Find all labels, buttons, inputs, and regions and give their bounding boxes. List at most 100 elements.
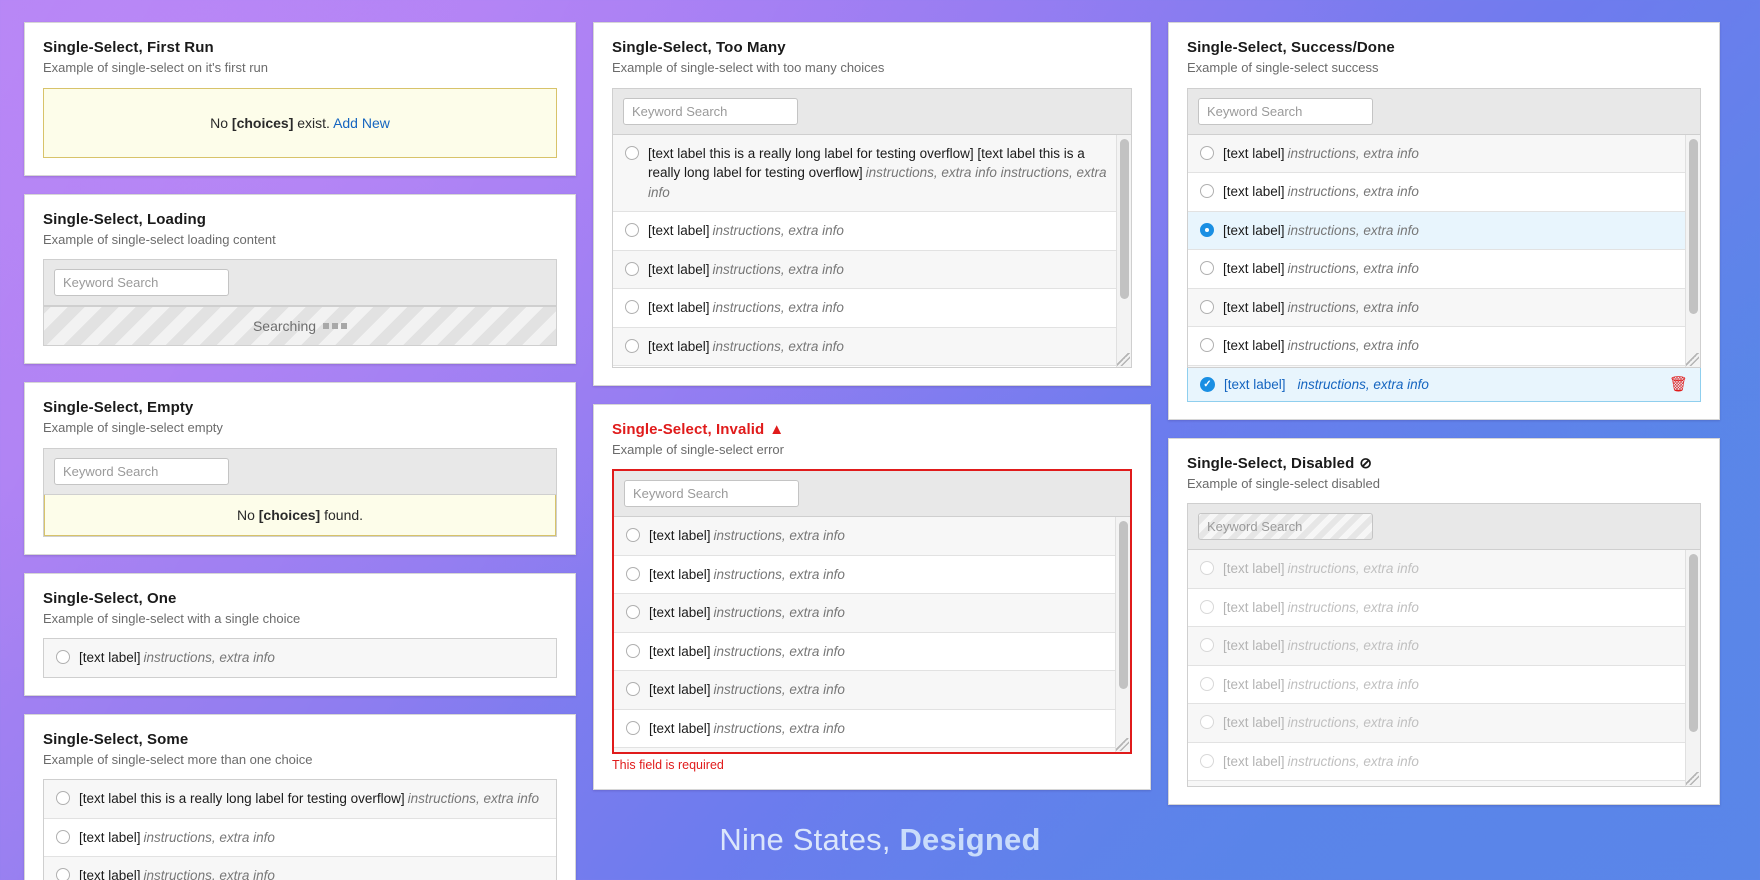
option-row[interactable]: [text label]instructions, extra info	[614, 709, 1130, 749]
radio-unselected-icon[interactable]	[1200, 338, 1214, 353]
radio-unselected-icon[interactable]	[626, 643, 640, 658]
option-text: [text label] instructions, extra info	[1223, 221, 1688, 241]
too-many-widget: Keyword Search [text label this is a rea…	[612, 87, 1132, 368]
trash-icon[interactable]: 🗑	[1669, 377, 1688, 392]
card-single-select-too-many: Single-Select, Too Many Example of singl…	[593, 22, 1151, 386]
option-instructions: instructions, extra info	[712, 223, 844, 239]
card-single-select-success: Single-Select, Success/Done Example of s…	[1168, 22, 1720, 420]
warning-triangle-icon: ▲	[769, 421, 785, 439]
vertical-scrollbar[interactable]	[1116, 134, 1131, 367]
card-title: Single-Select, Empty	[43, 399, 557, 417]
search-input[interactable]: Keyword Search	[623, 97, 798, 125]
option-row[interactable]: [text label]instructions, extra info	[1188, 327, 1700, 366]
resize-handle[interactable]	[1686, 352, 1699, 366]
search-input[interactable]: Keyword Search	[54, 457, 229, 485]
loading-dots-icon	[323, 323, 348, 330]
radio-unselected-icon[interactable]	[1200, 261, 1214, 276]
radio-unselected-icon[interactable]	[625, 223, 639, 238]
option-label: [text label]	[649, 566, 711, 582]
radio-unselected-icon[interactable]	[1200, 184, 1214, 199]
option-row[interactable]: [text label]instructions, extra info	[1188, 173, 1700, 212]
radio-unselected-icon[interactable]	[625, 261, 639, 276]
search-input[interactable]: Keyword Search	[624, 480, 799, 508]
option-row[interactable]: [text label this is a really long label …	[44, 780, 556, 819]
option-row[interactable]: [text label]instructions, extra info	[614, 594, 1130, 633]
card-title-text: Single-Select, Invalid	[612, 420, 765, 438]
card-title-text: Single-Select, One	[43, 589, 177, 607]
vertical-scrollbar[interactable]	[1115, 517, 1130, 753]
success-options-list[interactable]: [text label] instructions, extra info [tex…	[1188, 134, 1700, 367]
invalid-options-list[interactable]: [text label] instructions, extra info [tex…	[614, 517, 1130, 753]
card-title: Single-Select, Invalid ▲	[612, 421, 1132, 439]
option-row[interactable]: [text label this is a really long label …	[613, 134, 1131, 213]
option-label: [text label this is a really long label …	[79, 791, 405, 807]
card-single-select-loading: Single-Select, Loading Example of single…	[24, 193, 576, 365]
search-input[interactable]: Keyword Search	[54, 269, 229, 297]
option-row[interactable]: [text label]instructions, extra info	[613, 212, 1131, 251]
cards-canvas: Single-Select, First Run Example of sing…	[0, 0, 1760, 880]
radio-unselected-icon[interactable]	[56, 650, 70, 665]
selected-choice-row: ✓ [text label] instructions, extra info …	[1187, 366, 1701, 402]
radio-unselected-icon[interactable]	[626, 528, 640, 543]
option-instructions: instructions, extra info	[713, 720, 845, 736]
option-row[interactable]: [text label]instructions, extra info	[44, 857, 556, 880]
option-label: [text label]	[1223, 753, 1285, 769]
option-row[interactable]: [text label]instructions, extra info	[1188, 365, 1700, 367]
radio-unselected-icon[interactable]	[56, 791, 70, 806]
resize-handle[interactable]	[1117, 352, 1130, 366]
option-label: [text label]	[79, 650, 141, 666]
resize-handle[interactable]	[1116, 738, 1129, 752]
card-title-text: Single-Select, Empty	[43, 399, 194, 417]
radio-unselected-icon[interactable]	[56, 868, 70, 880]
option-label: [text label]	[1223, 261, 1285, 277]
radio-unselected-icon[interactable]	[625, 338, 639, 353]
vertical-scrollbar[interactable]	[1685, 134, 1700, 367]
radio-unselected-icon[interactable]	[625, 145, 639, 160]
no-entry-icon: ⊘	[1359, 455, 1373, 473]
search-input[interactable]: Keyword Search	[1198, 97, 1373, 125]
option-instructions: instructions, extra info	[1287, 676, 1419, 692]
radio-unselected-icon[interactable]	[626, 682, 640, 697]
radio-unselected-icon[interactable]	[626, 720, 640, 735]
option-row[interactable]: [text label]instructions, extra info	[614, 555, 1130, 595]
radio-unselected-icon[interactable]	[625, 300, 639, 315]
radio-unselected-icon[interactable]	[1200, 145, 1214, 160]
radio-unselected-icon[interactable]	[1200, 299, 1214, 314]
radio-unselected-icon	[1200, 599, 1214, 614]
option-row[interactable]: [text label]instructions, extra info	[1188, 211, 1700, 251]
option-label: [text label]	[648, 300, 710, 316]
option-label: [text label]	[79, 868, 141, 880]
notice-prefix: No	[236, 506, 259, 523]
card-single-select-empty: Single-Select, Empty Example of single-s…	[24, 382, 576, 555]
option-text: [text label] instructions, extra info	[649, 565, 1118, 585]
radio-unselected-icon	[1200, 715, 1214, 730]
option-instructions: instructions, extra info	[407, 791, 539, 807]
option-label: [text label]	[1223, 715, 1285, 731]
disabled-options-list: [text label] instructions, extra info [tex…	[1188, 550, 1700, 787]
option-row[interactable]: [text label]instructions, extra info	[614, 671, 1130, 710]
option-row[interactable]: [text label]instructions, extra info	[1188, 250, 1700, 289]
option-row[interactable]: [text label]instructions, extra info	[614, 517, 1130, 556]
option-text: [text label] instructions, extra info	[649, 642, 1118, 662]
option-row[interactable]: [text label]instructions, extra info	[1188, 134, 1700, 174]
check-circle-icon: ✓	[1200, 376, 1215, 392]
option-instructions: instructions, extra info	[1287, 261, 1419, 277]
option-row[interactable]: [text label]instructions, extra info	[614, 748, 1130, 753]
add-new-link[interactable]: Add New	[333, 115, 390, 131]
option-row[interactable]: [text label]instructions, extra info	[613, 289, 1131, 328]
card-subtitle: Example of single-select empty	[43, 420, 223, 436]
option-label: [text label]	[649, 528, 711, 544]
option-row[interactable]: [text label]instructions, extra info	[614, 632, 1130, 672]
option-row[interactable]: [text label]instructions, extra info	[613, 327, 1131, 367]
option-text: [text label] instructions, extra info	[648, 221, 1119, 241]
radio-unselected-icon[interactable]	[626, 605, 640, 620]
radio-selected-icon[interactable]	[1200, 222, 1214, 237]
card-title: Single-Select, Loading	[43, 211, 557, 229]
option-row[interactable]: [text label]instructions, extra info	[613, 250, 1131, 290]
option-row[interactable]: [text label]instructions, extra info	[44, 639, 556, 677]
card-subtitle: Example of single-select more than one c…	[43, 751, 313, 767]
radio-unselected-icon[interactable]	[626, 566, 640, 581]
option-row[interactable]: [text label]instructions, extra info	[1188, 288, 1700, 328]
column-right: Single-Select, Success/Done Example of s…	[1168, 22, 1720, 806]
too-many-options-list[interactable]: [text label this is a really long label …	[613, 134, 1131, 367]
